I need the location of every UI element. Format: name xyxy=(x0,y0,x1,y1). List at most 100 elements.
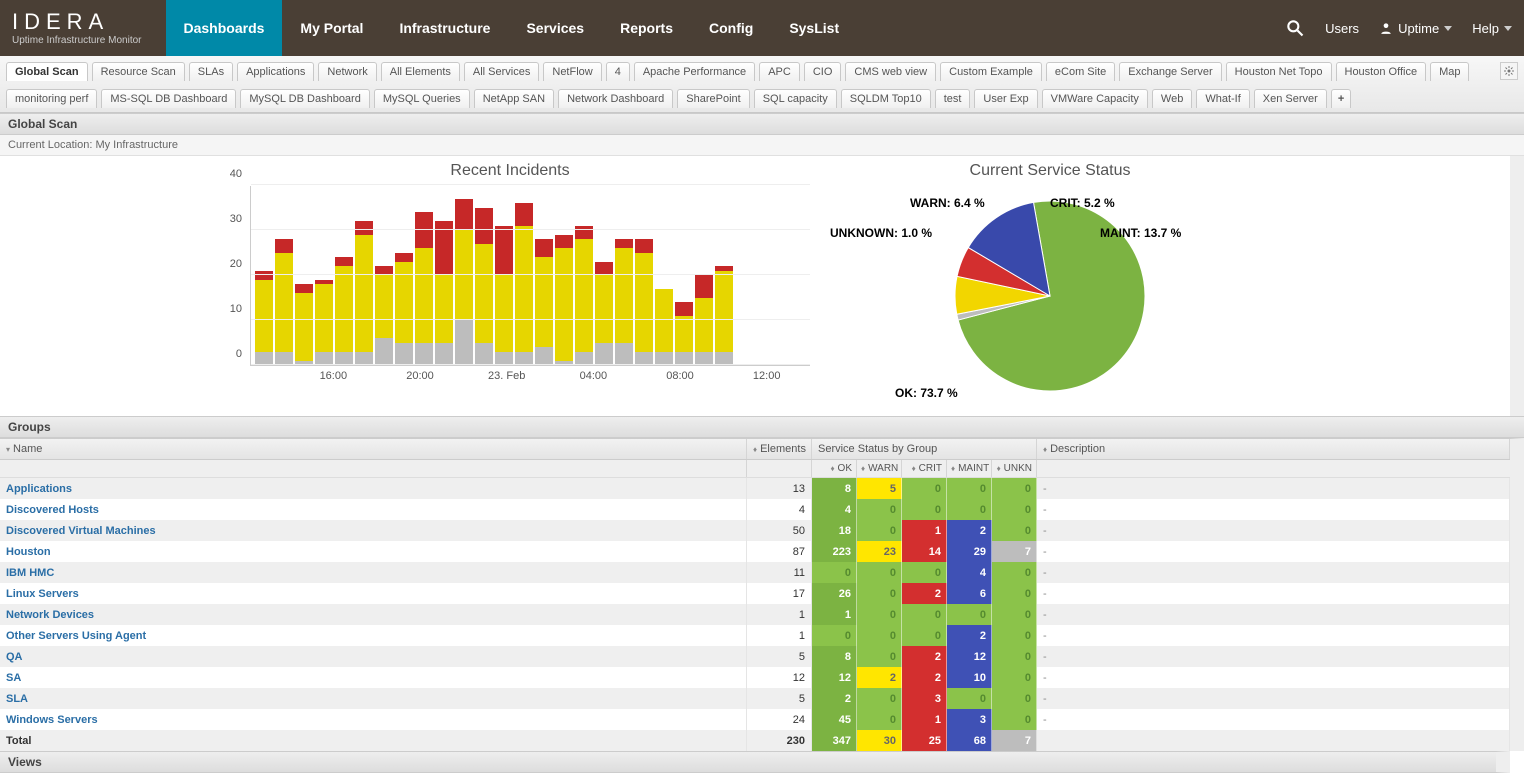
bar-stack[interactable] xyxy=(695,275,713,365)
group-link[interactable]: Applications xyxy=(0,478,747,499)
bar-stack[interactable] xyxy=(595,262,613,366)
nav-tab-config[interactable]: Config xyxy=(691,0,771,56)
bar-stack[interactable] xyxy=(575,226,593,366)
subtab-4[interactable]: 4 xyxy=(606,62,630,81)
status-maint[interactable]: 0 xyxy=(947,499,992,520)
status-maint[interactable]: 68 xyxy=(947,730,992,751)
group-link[interactable]: Discovered Hosts xyxy=(0,499,747,520)
status-ok[interactable]: 26 xyxy=(812,583,857,604)
bar-stack[interactable] xyxy=(455,199,473,366)
bar-stack[interactable] xyxy=(495,226,513,366)
status-ok[interactable]: 8 xyxy=(812,646,857,667)
status-warn[interactable]: 30 xyxy=(857,730,902,751)
status-maint[interactable]: 3 xyxy=(947,709,992,730)
subtab-test[interactable]: test xyxy=(935,89,971,108)
subcol-maint[interactable]: ♦MAINT xyxy=(947,460,992,477)
status-crit[interactable]: 0 xyxy=(902,625,947,646)
status-crit[interactable]: 3 xyxy=(902,688,947,709)
users-link[interactable]: Users xyxy=(1325,21,1359,36)
subtab-apache-performance[interactable]: Apache Performance xyxy=(634,62,755,81)
status-crit[interactable]: 0 xyxy=(902,604,947,625)
status-ok[interactable]: 45 xyxy=(812,709,857,730)
subtab-global-scan[interactable]: Global Scan xyxy=(6,62,88,81)
bar-stack[interactable] xyxy=(315,280,333,366)
subtab-netflow[interactable]: NetFlow xyxy=(543,62,601,81)
bar-stack[interactable] xyxy=(655,289,673,366)
status-ok[interactable]: 12 xyxy=(812,667,857,688)
nav-tab-dashboards[interactable]: Dashboards xyxy=(166,0,283,56)
status-unkn[interactable]: 0 xyxy=(992,583,1037,604)
status-crit[interactable]: 2 xyxy=(902,667,947,688)
bar-stack[interactable] xyxy=(555,235,573,366)
status-maint[interactable]: 12 xyxy=(947,646,992,667)
col-name[interactable]: ▾Name xyxy=(0,439,747,459)
status-crit[interactable]: 0 xyxy=(902,499,947,520)
subtab-sqldm-top10[interactable]: SQLDM Top10 xyxy=(841,89,931,108)
group-link[interactable]: SA xyxy=(0,667,747,688)
nav-tab-services[interactable]: Services xyxy=(508,0,602,56)
bar-stack[interactable] xyxy=(275,239,293,365)
status-unkn[interactable]: 0 xyxy=(992,709,1037,730)
col-elements[interactable]: ♦Elements xyxy=(747,439,812,459)
bar-stack[interactable] xyxy=(515,203,533,365)
status-warn[interactable]: 0 xyxy=(857,709,902,730)
status-warn[interactable]: 5 xyxy=(857,478,902,499)
subtab-user-exp[interactable]: User Exp xyxy=(974,89,1037,108)
subcol-ok[interactable]: ♦OK xyxy=(812,460,857,477)
group-link[interactable]: Linux Servers xyxy=(0,583,747,604)
group-link[interactable]: Houston xyxy=(0,541,747,562)
subtab-sharepoint[interactable]: SharePoint xyxy=(677,89,749,108)
group-link[interactable]: QA xyxy=(0,646,747,667)
bar-stack[interactable] xyxy=(295,284,313,365)
group-link[interactable]: Windows Servers xyxy=(0,709,747,730)
status-maint[interactable]: 0 xyxy=(947,478,992,499)
status-crit[interactable]: 25 xyxy=(902,730,947,751)
subtab-web[interactable]: Web xyxy=(1152,89,1192,108)
subtab-all-elements[interactable]: All Elements xyxy=(381,62,460,81)
bar-stack[interactable] xyxy=(675,302,693,365)
status-unkn[interactable]: 7 xyxy=(992,541,1037,562)
status-unkn[interactable]: 0 xyxy=(992,499,1037,520)
status-unkn[interactable]: 0 xyxy=(992,478,1037,499)
status-unkn[interactable]: 0 xyxy=(992,667,1037,688)
subtab-xen-server[interactable]: Xen Server xyxy=(1254,89,1327,108)
subtab-cms-web-view[interactable]: CMS web view xyxy=(845,62,936,81)
group-link[interactable]: Other Servers Using Agent xyxy=(0,625,747,646)
search-icon[interactable] xyxy=(1285,18,1305,38)
subtab-cio[interactable]: CIO xyxy=(804,62,842,81)
group-link[interactable]: SLA xyxy=(0,688,747,709)
subtab-resource-scan[interactable]: Resource Scan xyxy=(92,62,185,81)
group-link[interactable]: Network Devices xyxy=(0,604,747,625)
status-unkn[interactable]: 0 xyxy=(992,625,1037,646)
subcol-unkn[interactable]: ♦UNKN xyxy=(992,460,1037,477)
subcol-warn[interactable]: ♦WARN xyxy=(857,460,902,477)
subtab-apc[interactable]: APC xyxy=(759,62,800,81)
status-unkn[interactable]: 0 xyxy=(992,562,1037,583)
status-maint[interactable]: 2 xyxy=(947,625,992,646)
subtab-applications[interactable]: Applications xyxy=(237,62,314,81)
status-warn[interactable]: 0 xyxy=(857,520,902,541)
status-warn[interactable]: 0 xyxy=(857,646,902,667)
gear-icon[interactable] xyxy=(1500,62,1518,80)
status-warn[interactable]: 0 xyxy=(857,604,902,625)
bar-stack[interactable] xyxy=(255,271,273,366)
bar-stack[interactable] xyxy=(395,253,413,366)
bar-stack[interactable] xyxy=(615,239,633,365)
subtab-monitoring-perf[interactable]: monitoring perf xyxy=(6,89,97,108)
status-crit[interactable]: 1 xyxy=(902,520,947,541)
status-unkn[interactable]: 0 xyxy=(992,688,1037,709)
status-maint[interactable]: 0 xyxy=(947,604,992,625)
subcol-crit[interactable]: ♦CRIT xyxy=(902,460,947,477)
status-crit[interactable]: 0 xyxy=(902,562,947,583)
status-maint[interactable]: 10 xyxy=(947,667,992,688)
subtab-what-if[interactable]: What-If xyxy=(1196,89,1249,108)
status-ok[interactable]: 18 xyxy=(812,520,857,541)
subtab-all-services[interactable]: All Services xyxy=(464,62,539,81)
subtab-exchange-server[interactable]: Exchange Server xyxy=(1119,62,1221,81)
status-crit[interactable]: 0 xyxy=(902,478,947,499)
status-ok[interactable]: 1 xyxy=(812,604,857,625)
status-unkn[interactable]: 0 xyxy=(992,646,1037,667)
group-link[interactable]: Discovered Virtual Machines xyxy=(0,520,747,541)
nav-tab-reports[interactable]: Reports xyxy=(602,0,691,56)
status-maint[interactable]: 0 xyxy=(947,688,992,709)
